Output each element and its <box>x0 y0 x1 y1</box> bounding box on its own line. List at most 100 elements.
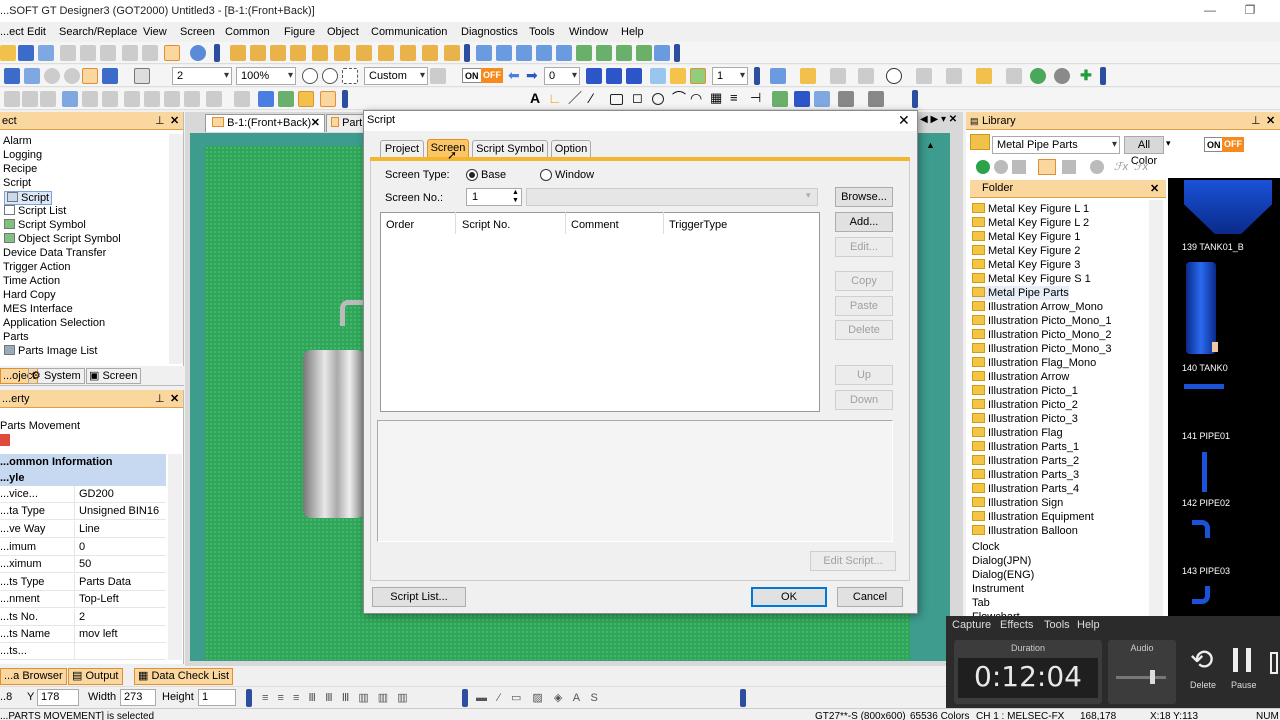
tool-icon[interactable] <box>476 45 492 61</box>
delete-icon[interactable]: ℱx <box>1134 160 1148 173</box>
script-list-button[interactable]: Script List... <box>372 587 466 607</box>
image-icon[interactable] <box>794 91 810 107</box>
tree-item[interactable]: Device Data Transfer <box>3 247 106 259</box>
folder-item[interactable]: Illustration Sign <box>972 496 1063 510</box>
line-width-select[interactable]: 2 <box>172 67 232 85</box>
tab-output[interactable]: ▤ Output <box>68 668 123 685</box>
folder-item[interactable]: Illustration Arrow_Mono <box>972 300 1103 314</box>
menu-edit[interactable]: Edit <box>27 22 46 42</box>
cancel-button[interactable]: Cancel <box>837 587 903 607</box>
folder-item[interactable]: Illustration Flag <box>972 426 1063 440</box>
tree-item[interactable]: Application Selection <box>3 317 105 329</box>
screen-icon[interactable] <box>290 45 306 61</box>
align-icon[interactable] <box>40 91 56 107</box>
tool-icon[interactable] <box>24 68 40 84</box>
audio-slider[interactable] <box>1116 676 1166 679</box>
polyline-icon[interactable]: ∟ <box>548 91 564 107</box>
tab-data-check-list[interactable]: ▦ Data Check List <box>134 668 234 685</box>
move-up-icon[interactable] <box>258 91 274 107</box>
tree-item-parts-image-list[interactable]: Parts Image List <box>4 345 97 357</box>
edit-icon[interactable] <box>320 91 336 107</box>
add-button[interactable]: Add... <box>835 212 893 232</box>
move-icon[interactable] <box>278 91 294 107</box>
property-row[interactable]: ...ximum 50 <box>0 556 166 573</box>
tool-icon[interactable] <box>770 68 786 84</box>
property-row[interactable]: ...nment Top-Left <box>0 591 166 608</box>
recorder-menu-help[interactable]: Help <box>1077 619 1100 631</box>
tool-icon[interactable] <box>536 45 552 61</box>
folder-root[interactable]: Dialog(JPN) <box>972 554 1031 568</box>
stop-icon[interactable] <box>1270 652 1278 674</box>
property-row[interactable]: ...vice... GD200 <box>0 486 166 503</box>
tree-item[interactable]: Time Action <box>3 275 60 287</box>
close-icon[interactable]: ✕ <box>170 390 179 408</box>
menu-help[interactable]: Help <box>621 22 644 42</box>
column-comment[interactable]: Comment <box>571 219 619 231</box>
library-on-toggle[interactable]: ON <box>1204 137 1224 152</box>
tree-item-object-script-symbol[interactable]: Object Script Symbol <box>4 233 121 245</box>
menu-view[interactable]: View <box>143 22 167 42</box>
folder-item-selected[interactable]: Metal Pipe Parts <box>972 286 1069 300</box>
tab-system[interactable]: ⚙ System <box>28 368 85 384</box>
off-toggle[interactable]: OFF <box>481 68 503 83</box>
folder-item[interactable]: Metal Key Figure S 1 <box>972 272 1091 286</box>
folder-root[interactable]: Dialog(ENG) <box>972 568 1034 582</box>
rotate-icon[interactable] <box>124 91 140 107</box>
device-icon[interactable] <box>626 68 642 84</box>
tool-icon[interactable] <box>1054 68 1070 84</box>
tool-icon[interactable] <box>1006 68 1022 84</box>
select-pointer-icon[interactable] <box>164 45 180 61</box>
tool-icon[interactable] <box>858 68 874 84</box>
column-order[interactable]: Order <box>386 219 414 231</box>
folder-item[interactable]: Metal Key Figure L 2 <box>972 216 1089 230</box>
tree-item-script-list[interactable]: Script List <box>4 205 66 217</box>
folder-item[interactable]: Illustration Balloon <box>972 524 1078 538</box>
tool-icon[interactable] <box>102 68 118 84</box>
rotate-icon[interactable] <box>164 91 180 107</box>
folder-item[interactable]: Illustration Picto_2 <box>972 398 1078 412</box>
folder-item[interactable]: Illustration Parts_2 <box>972 454 1079 468</box>
tank-thumbnail[interactable] <box>1186 262 1216 354</box>
folder-item[interactable]: Metal Key Figure 3 <box>972 258 1080 272</box>
state-select[interactable]: 0 <box>544 67 580 85</box>
screen-icon[interactable] <box>250 45 266 61</box>
add-folder-icon[interactable] <box>1012 160 1026 174</box>
tab-script-symbol[interactable]: Script Symbol <box>472 140 548 158</box>
menu-search-replace[interactable]: Search/Replace <box>59 22 137 42</box>
paste-button[interactable]: Paste <box>835 296 893 316</box>
tool-icon[interactable] <box>636 45 652 61</box>
arrow-right-icon[interactable]: ➡ <box>526 68 542 84</box>
folder-item[interactable]: Illustration Parts_3 <box>972 468 1079 482</box>
rename-icon[interactable]: ℱx <box>1114 160 1128 173</box>
dialog-close-icon[interactable]: ✕ <box>898 112 910 129</box>
close-icon[interactable]: ✕ <box>1150 182 1159 195</box>
menu-project[interactable]: ...ect <box>0 22 24 42</box>
freeline-icon[interactable]: ⁄ <box>590 91 606 107</box>
tool-icon[interactable] <box>516 45 532 61</box>
close-icon[interactable]: ✕ <box>311 115 320 131</box>
save-all-icon[interactable] <box>38 45 54 61</box>
tank-part[interactable] <box>303 350 365 518</box>
radio-base[interactable] <box>466 169 478 181</box>
menu-common[interactable]: Common <box>225 22 270 42</box>
property-row[interactable]: ...ts Name mov left <box>0 626 166 643</box>
tool-icon[interactable] <box>868 91 884 107</box>
table-icon[interactable]: ▦ <box>710 91 726 107</box>
script-table[interactable] <box>380 212 820 412</box>
undo-icon[interactable] <box>122 45 138 61</box>
folder-item[interactable]: Illustration Picto_Mono_1 <box>972 314 1112 328</box>
property-row[interactable]: ...imum 0 <box>0 539 166 556</box>
list-view-icon[interactable] <box>1038 159 1056 175</box>
property-row[interactable]: ...ve Way Line <box>0 521 166 538</box>
zoom-select[interactable]: 100% <box>236 67 296 85</box>
screen-icon[interactable] <box>270 45 286 61</box>
rectangle-icon[interactable] <box>610 94 623 105</box>
piping-icon[interactable]: ⊣ <box>750 91 766 107</box>
recorder-menu-tools[interactable]: Tools <box>1044 619 1070 631</box>
radio-window[interactable] <box>540 169 552 181</box>
menu-object[interactable]: Object <box>327 22 359 42</box>
tab-screen[interactable]: ▣ Screen <box>86 368 142 384</box>
tool-icon[interactable] <box>44 68 60 84</box>
folder-item[interactable]: Illustration Parts_1 <box>972 440 1079 454</box>
property-row[interactable]: ...ts... <box>0 643 166 660</box>
